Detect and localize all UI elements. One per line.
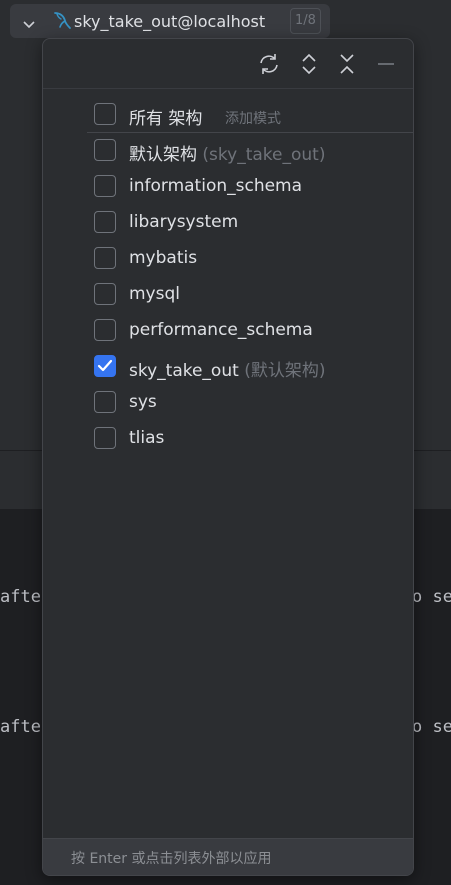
schema-label: sky_take_out (默认架构) [129,361,326,381]
schema-label: 所有 架构 [129,109,203,129]
schema-label: mybatis [129,248,198,268]
checkbox[interactable] [94,427,116,449]
popup-toolbar [43,39,413,89]
schema-row[interactable]: mybatis [43,241,413,277]
code-line-fragment: o se [412,717,451,737]
schema-label: mysql [129,284,180,304]
checkmark-icon [97,359,113,372]
checkbox[interactable] [94,391,116,413]
add-pattern-hint[interactable]: 添加模式 [225,108,281,128]
schema-hint: (默认架构) [244,361,326,381]
schema-row[interactable]: information_schema [43,169,413,205]
schema-label: information_schema [129,176,303,196]
schema-row[interactable]: 默认架构 (sky_take_out) [43,133,413,169]
code-line-fragment: afte [0,717,41,737]
checkbox[interactable] [94,139,116,161]
checkbox[interactable] [94,283,116,305]
datasource-selector[interactable]: sky_take_out@localhost 1/8 [10,4,330,38]
checkbox[interactable] [94,319,116,341]
mysql-dolphin-icon [52,10,72,36]
connection-label: sky_take_out@localhost [74,12,266,31]
schema-row[interactable]: libarysystem [43,205,413,241]
apply-hint: 按 Enter 或点击列表外部以应用 [71,851,272,867]
collapse-all-icon[interactable] [334,51,360,77]
schema-row-all[interactable]: 所有 架构 添加模式 [43,97,413,133]
minimize-icon[interactable] [373,51,399,77]
schema-count-badge: 1/8 [290,8,321,34]
schema-selection-popup: 所有 架构 添加模式 默认架构 (sky_take_out) informati… [42,38,414,876]
expand-all-icon[interactable] [296,51,322,77]
popup-footer: 按 Enter 或点击列表外部以应用 [43,838,413,875]
code-line-fragment: o se [412,587,451,607]
schema-row[interactable]: tlias [43,421,413,457]
checkbox-checked[interactable] [94,355,116,377]
chevron-down-icon[interactable] [22,15,36,34]
schema-label: performance_schema [129,320,313,340]
schema-label: libarysystem [129,212,239,232]
refresh-icon[interactable] [256,51,282,77]
code-line-fragment: afte [0,587,41,607]
schema-row[interactable]: mysql [43,277,413,313]
schema-row[interactable]: performance_schema [43,313,413,349]
schema-label: sys [129,392,157,412]
schema-hint: (sky_take_out) [202,145,326,165]
schema-row[interactable]: sys [43,385,413,421]
schema-label: 默认架构 (sky_take_out) [129,145,326,165]
checkbox[interactable] [94,103,116,125]
schema-label: tlias [129,428,165,448]
checkbox[interactable] [94,211,116,233]
checkbox[interactable] [94,247,116,269]
schema-row-selected[interactable]: sky_take_out (默认架构) [43,349,413,385]
checkbox[interactable] [94,175,116,197]
